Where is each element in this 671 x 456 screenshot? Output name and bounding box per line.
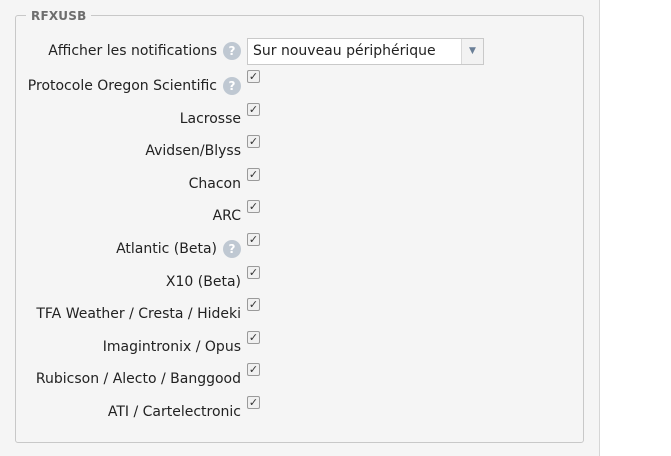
protocol-row: Rubicson / Alecto / Banggood ✓ [0, 363, 599, 389]
protocol-checkbox[interactable]: ✓ [247, 363, 260, 377]
protocol-label: Chacon [188, 175, 241, 192]
notifications-select-value: Sur nouveau périphérique [253, 43, 436, 59]
protocol-row: Lacrosse ✓ [0, 102, 599, 129]
protocol-checkbox[interactable]: ✓ [247, 70, 260, 83]
protocol-label: Avidsen/Blyss [145, 143, 241, 160]
protocol-label-wrap: Imagintronix / Opus [103, 337, 241, 357]
protocol-label: Lacrosse [179, 110, 241, 127]
protocol-label-wrap: Avidsen/Blyss [145, 141, 241, 161]
protocol-label: Imagintronix / Opus [102, 338, 241, 355]
protocol-label-wrap: ARC [213, 206, 241, 226]
protocol-label-wrap: Chacon [189, 174, 241, 194]
protocol-checkbox[interactable]: ✓ [247, 396, 260, 409]
protocol-row: TFA Weather / Cresta / Hideki ✓ [0, 298, 599, 324]
fieldset-legend: RFXUSB [26, 9, 92, 23]
protocol-label: Protocole Oregon Scientific [27, 78, 217, 94]
protocol-label-wrap: ATI / Cartelectronic [108, 402, 241, 422]
protocol-label: Atlantic (Beta) [116, 241, 217, 257]
notifications-label-wrap: Afficher les notifications ? [48, 41, 241, 61]
protocol-label-wrap: Protocole Oregon Scientific? [28, 76, 241, 96]
protocol-label-wrap: TFA Weather / Cresta / Hideki [36, 304, 241, 324]
protocol-label: TFA Weather / Cresta / Hideki [36, 306, 241, 323]
help-circle-icon[interactable]: ? [223, 42, 241, 60]
protocol-row: Avidsen/Blyss ✓ [0, 135, 599, 161]
protocol-checkbox[interactable]: ✓ [247, 167, 260, 181]
protocol-row: Chacon ✓ [0, 167, 599, 194]
notifications-select[interactable]: Sur nouveau périphérique ▼ [247, 38, 484, 65]
protocol-checkbox[interactable]: ✓ [247, 200, 260, 214]
protocol-checkbox[interactable]: ✓ [247, 298, 260, 312]
protocol-label: ATI / Cartelectronic [107, 404, 241, 420]
protocol-label: Rubicson / Alecto / Banggood [35, 371, 241, 388]
protocol-label: X10 (Beta) [165, 273, 241, 290]
protocol-row: ARC ✓ [0, 200, 599, 226]
protocol-row: Protocole Oregon Scientific? ✓ [0, 70, 599, 96]
protocol-label-wrap: Rubicson / Alecto / Banggood [36, 369, 241, 389]
chevron-down-icon[interactable]: ▼ [461, 39, 483, 64]
protocol-label-wrap: Lacrosse [180, 109, 241, 129]
protocol-checkbox[interactable]: ✓ [247, 135, 260, 149]
protocol-row: Atlantic (Beta)? ✓ [0, 233, 599, 259]
protocol-label-wrap: X10 (Beta) [166, 272, 241, 292]
help-circle-icon[interactable]: ? [223, 77, 241, 95]
protocol-checkbox[interactable]: ✓ [247, 102, 260, 116]
protocol-label: ARC [212, 208, 241, 225]
protocol-row: ATI / Cartelectronic ✓ [0, 396, 599, 422]
protocol-row: X10 (Beta) ✓ [0, 265, 599, 292]
protocol-label-wrap: Atlantic (Beta)? [116, 239, 241, 259]
protocol-row: Imagintronix / Opus ✓ [0, 330, 599, 357]
settings-panel: RFXUSB Afficher les notifications ? Sur … [0, 0, 600, 456]
protocol-checkbox[interactable]: ✓ [247, 330, 260, 344]
notifications-label: Afficher les notifications [48, 43, 217, 59]
help-circle-icon[interactable]: ? [223, 240, 241, 258]
protocol-checkbox[interactable]: ✓ [247, 265, 260, 279]
protocol-checkbox[interactable]: ✓ [247, 233, 260, 246]
